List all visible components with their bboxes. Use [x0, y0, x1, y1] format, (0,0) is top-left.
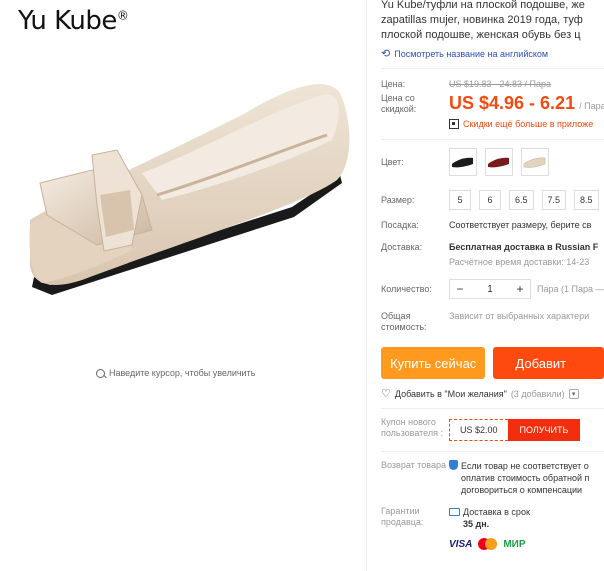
wishlist-link[interactable]: ♡ Добавить в "Мои желания" (3 добавили) … — [381, 387, 604, 400]
get-coupon-button[interactable]: ПОЛУЧИТЬ — [507, 419, 581, 441]
size-option[interactable]: 7.5 — [541, 190, 567, 210]
size-option[interactable]: 8.5 — [574, 190, 599, 210]
color-option-black[interactable] — [449, 148, 477, 176]
qr-code-icon — [449, 119, 459, 129]
product-gallery: Yu Kube® Наведите курсор, чтобы увеличит… — [0, 0, 366, 571]
divider — [381, 408, 604, 409]
app-discount-link[interactable]: Скидки ещё больше в приложе — [449, 119, 593, 129]
sale-price-row: Цена со скидкой: US $4.96 - 6.21/ Пара — [381, 93, 604, 114]
action-buttons: Купить сейчас Добавит — [381, 347, 604, 379]
total-row: Общая стоимость: Зависит от выбранных ха… — [381, 311, 590, 332]
fit-row: Посадка: Соответствует размеру, берите с… — [381, 220, 592, 230]
size-row: Размер: 5 6 6.5 7.5 8.5 — [381, 190, 604, 210]
coupon-amount: US $2.00 — [449, 419, 508, 441]
quantity-row: Количество: − 1 + Пара (1 Пара — — [381, 279, 604, 299]
divider — [366, 0, 367, 571]
returns-row: Возврат товара Если товар не соответству… — [381, 460, 590, 495]
mastercard-logo — [478, 538, 498, 550]
translate-icon: ⟲ — [381, 48, 391, 60]
translate-link[interactable]: ⟲ Посмотреть название на английском — [381, 47, 604, 60]
qty-plus-button[interactable]: + — [510, 282, 530, 296]
color-option-beige[interactable] — [521, 148, 549, 176]
truck-icon — [449, 508, 460, 516]
color-option-burgundy[interactable] — [485, 148, 513, 176]
qty-minus-button[interactable]: − — [450, 282, 470, 296]
visa-logo: VISA — [449, 538, 473, 550]
chevron-down-icon[interactable]: ▾ — [568, 388, 579, 399]
product-image[interactable] — [22, 55, 357, 325]
mir-logo: МИР — [503, 538, 526, 550]
price-row: Цена: US $19.83 - 24.83 / Пара — [381, 79, 552, 89]
divider — [381, 139, 604, 140]
brand-logo: Yu Kube® — [18, 6, 129, 36]
size-option[interactable]: 5 — [449, 190, 471, 210]
guarantee-row: Гарантии продавца: Доставка в срок 35 дн… — [381, 506, 530, 529]
size-option[interactable]: 6 — [479, 190, 501, 210]
divider — [381, 451, 604, 452]
divider — [381, 68, 604, 69]
old-price: US $19.83 - 24.83 / Пара — [449, 79, 552, 89]
shipping-row: Доставка: Бесплатная доставка в Russian … — [381, 242, 599, 267]
search-icon — [96, 368, 105, 378]
add-to-cart-button[interactable]: Добавит — [493, 347, 604, 379]
price-box: Цена: US $19.83 - 24.83 / Пара Цена со с… — [381, 79, 604, 129]
coupon-row: Купон нового пользователя : US $2.00 ПОЛ… — [381, 417, 604, 441]
size-option[interactable]: 6.5 — [509, 190, 534, 210]
product-title: Yu Kube/туфли на плоской подошве, же zap… — [381, 0, 585, 41]
zoom-hint: Наведите курсор, чтобы увеличить — [96, 368, 255, 378]
shipping-method[interactable]: Бесплатная доставка в Russian F — [449, 242, 598, 252]
qty-input[interactable]: 1 — [470, 284, 510, 295]
payment-methods: VISA МИР — [381, 538, 604, 550]
product-details: Yu Kube/туфли на плоской подошве, же zap… — [381, 0, 604, 571]
heart-icon: ♡ — [381, 388, 391, 400]
buy-now-button[interactable]: Купить сейчас — [381, 347, 486, 379]
quantity-stepper: − 1 + — [449, 279, 531, 299]
shield-icon — [449, 460, 458, 470]
color-row: Цвет: — [381, 148, 604, 176]
shipping-eta: Расчётное время доставки: 14-23 — [449, 257, 590, 267]
sale-price: US $4.96 - 6.21/ Пара — [449, 93, 604, 113]
